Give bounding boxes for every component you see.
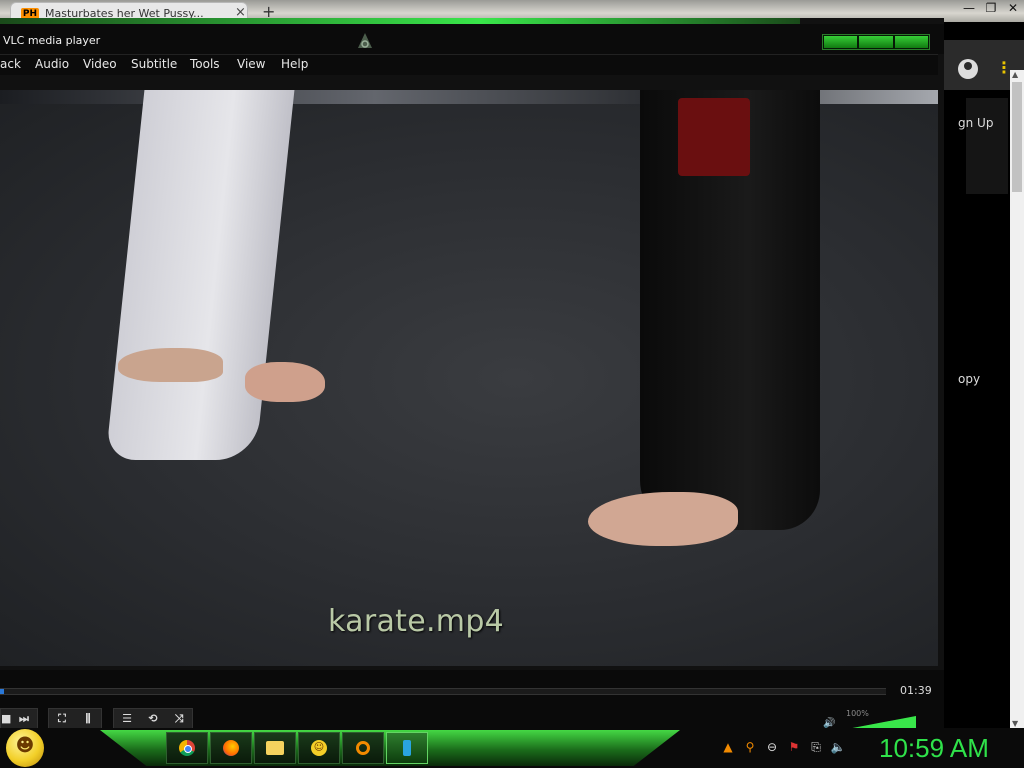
- taskbar-messenger[interactable]: ☺: [298, 732, 340, 764]
- taskbar-search[interactable]: [342, 732, 384, 764]
- video-figure-patch: [678, 98, 750, 176]
- network-icon[interactable]: ⎘: [808, 738, 824, 756]
- fullscreen-button[interactable]: ⛶: [49, 709, 75, 729]
- browser-minimize-button[interactable]: —: [958, 0, 980, 18]
- video-filename-overlay: karate.mp4: [328, 604, 505, 639]
- seek-progress: [0, 689, 5, 694]
- system-tray: ▲ ⚲ ⊖ ⚑ ⎘ 🔈: [720, 738, 846, 756]
- shuffle-button[interactable]: ⤨: [166, 709, 192, 729]
- playlist-button[interactable]: ☰: [114, 709, 140, 729]
- video-display[interactable]: karate.mp4: [0, 90, 938, 666]
- background-browser: ⋮ gn Up opy ▲ ▼: [944, 22, 1024, 728]
- menu-view[interactable]: View: [237, 57, 265, 71]
- menu-playback[interactable]: ack: [0, 57, 21, 71]
- folder-icon: [266, 741, 284, 755]
- transport-group: ■ ⏭: [0, 708, 38, 730]
- menu-help[interactable]: Help: [281, 57, 308, 71]
- taskbar-phone[interactable]: [386, 732, 428, 764]
- menu-tools[interactable]: Tools: [190, 57, 220, 71]
- signup-link[interactable]: gn Up: [958, 116, 993, 130]
- browser-page-header: [966, 98, 1008, 194]
- view-group: ⛶ ⫼: [48, 708, 102, 730]
- taskbar-clock[interactable]: 10:59 AM: [879, 733, 989, 764]
- extended-settings-button[interactable]: ⫼: [75, 709, 101, 729]
- search-tray-icon[interactable]: ⚲: [742, 738, 758, 756]
- taskbar-apps: ☺: [166, 732, 428, 764]
- smiley-icon: ☺: [311, 740, 327, 756]
- speaker-icon[interactable]: 🔈: [830, 738, 846, 756]
- browser-window-controls: — ❐ ✕: [958, 0, 1024, 18]
- menu-audio[interactable]: Audio: [35, 57, 69, 71]
- video-figure-white-pants: [105, 90, 295, 460]
- vlc-close-button[interactable]: [894, 36, 928, 48]
- taskbar-explorer[interactable]: [254, 732, 296, 764]
- loop-button[interactable]: ⟲: [140, 709, 166, 729]
- taskbar: ☻ ☺ ▲ ⚲ ⊖ ⚑ ⎘ 🔈 10:59 AM: [0, 728, 1024, 768]
- taskbar-firefox[interactable]: [210, 732, 252, 764]
- phone-icon: [403, 740, 411, 756]
- browser-close-button[interactable]: ✕: [1002, 0, 1024, 18]
- vlc-window-controls: [822, 34, 930, 50]
- minus-tray-icon[interactable]: ⊖: [764, 738, 780, 756]
- vlc-window: VLC media player ack Audio Video Subtitl…: [0, 18, 944, 730]
- browser-scrollbar[interactable]: ▲ ▼: [1010, 70, 1024, 728]
- window-title: VLC media player: [3, 34, 101, 47]
- scroll-thumb[interactable]: [1012, 82, 1022, 192]
- chrome-icon: [179, 740, 195, 756]
- vlc-tray-icon[interactable]: ▲: [720, 738, 736, 756]
- vlc-titlebar[interactable]: VLC media player: [0, 24, 944, 54]
- menu-video[interactable]: Video: [83, 57, 117, 71]
- vlc-menubar: ack Audio Video Subtitle Tools View Help: [0, 54, 938, 75]
- video-figure-foot: [245, 362, 325, 402]
- smiley-icon: ☻: [15, 735, 35, 756]
- menu-subtitle[interactable]: Subtitle: [131, 57, 177, 71]
- action-center-flag-icon[interactable]: ⚑: [786, 738, 802, 756]
- time-remaining: 01:39: [900, 684, 932, 697]
- search-icon: [356, 741, 370, 755]
- vlc-controls: 01:39 ■ ⏭ ⛶ ⫼ ☰ ⟲ ⤨ 🔊 100%: [0, 670, 944, 730]
- video-figure-foot: [118, 348, 223, 382]
- copy-text: opy: [958, 372, 981, 386]
- scroll-up-icon[interactable]: ▲: [1012, 70, 1018, 79]
- video-figure-foot: [588, 492, 738, 546]
- firefox-icon: [223, 740, 239, 756]
- next-button[interactable]: ⏭: [11, 709, 37, 729]
- start-button[interactable]: ☻: [6, 729, 44, 767]
- vlc-cone-icon: [354, 30, 376, 52]
- profile-avatar-icon[interactable]: [958, 59, 978, 79]
- taskbar-chrome[interactable]: [166, 732, 208, 764]
- scroll-down-icon[interactable]: ▼: [1012, 719, 1018, 728]
- seek-bar[interactable]: [0, 688, 886, 695]
- stop-button[interactable]: ■: [1, 709, 11, 729]
- vlc-maximize-button[interactable]: [859, 36, 893, 48]
- browser-restore-button[interactable]: ❐: [980, 0, 1002, 18]
- playlist-group: ☰ ⟲ ⤨: [113, 708, 193, 730]
- vlc-minimize-button[interactable]: [824, 36, 858, 48]
